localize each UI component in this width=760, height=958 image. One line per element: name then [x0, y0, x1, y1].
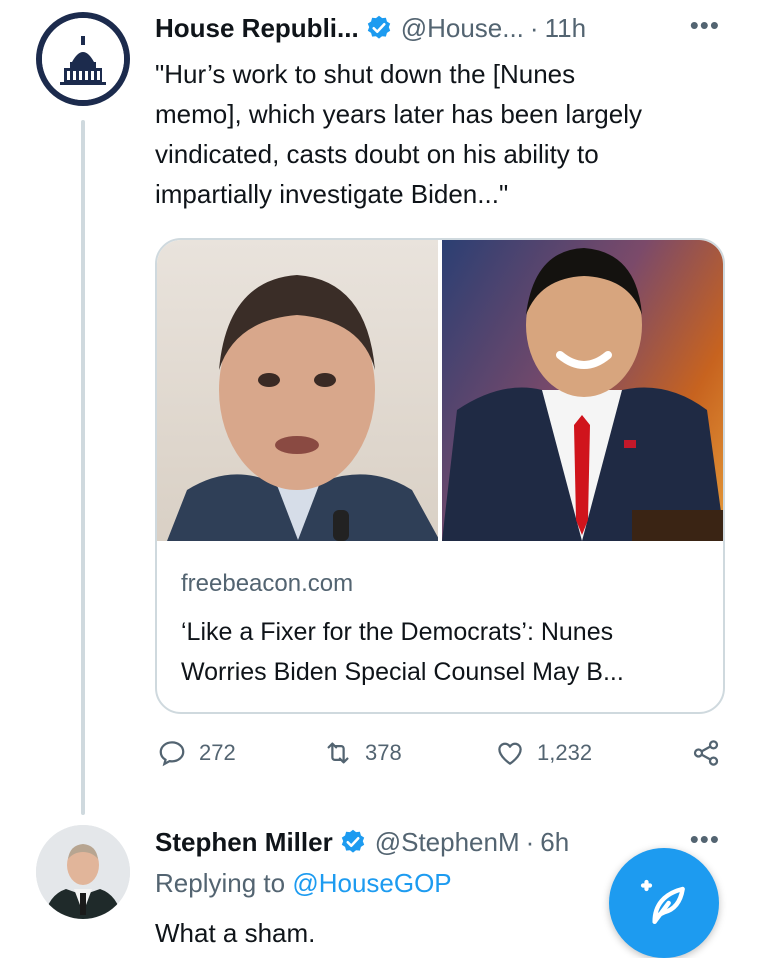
replying-to-label: Replying to [155, 868, 286, 898]
portrait-image-right [442, 248, 723, 541]
heart-icon [498, 742, 522, 765]
reply-icon [159, 741, 185, 767]
verified-badge-icon [367, 15, 390, 39]
retweet-count: 378 [365, 740, 402, 765]
user-handle[interactable]: @House... [401, 13, 524, 44]
tweet-text: "Hur’s work to shut down the [Nunes memo… [155, 54, 735, 214]
retweet-button[interactable]: 378 [323, 738, 402, 768]
tweet-timestamp[interactable]: 11h [545, 13, 586, 44]
tweet-timestamp[interactable]: 6h [540, 827, 569, 858]
tweet-header: House Republi... @House... · 11h [155, 10, 586, 46]
separator-dot: · [529, 12, 539, 43]
tweet-text-line: impartially investigate Biden..." [155, 179, 509, 209]
separator-dot: · [525, 826, 535, 857]
replying-to-mention[interactable]: @HouseGOP [292, 868, 451, 898]
compose-tweet-button[interactable] [609, 848, 719, 958]
card-title-line: ‘Like a Fixer for the Democrats’: Nunes [181, 618, 614, 646]
tweet-actions: 272 378 1,232 [155, 738, 735, 778]
stephen-miller-avatar[interactable] [36, 825, 130, 919]
thread-connector-line [81, 120, 85, 815]
card-domain: freebeacon.com [181, 570, 354, 597]
more-options-button[interactable]: ••• [690, 10, 720, 41]
like-count: 1,232 [537, 740, 593, 765]
tweet-text-line: vindicated, casts doubt on his ability t… [155, 139, 599, 169]
profile-photo [36, 825, 130, 919]
tweet-text-line: memo], which years later has been largel… [155, 99, 643, 129]
share-icon [693, 740, 719, 766]
card-image-right [442, 240, 723, 541]
more-options-button[interactable]: ••• [690, 824, 720, 855]
display-name[interactable]: Stephen Miller [155, 827, 333, 858]
display-name[interactable]: House Republi... [155, 13, 359, 44]
link-preview-card[interactable]: freebeacon.com ‘Like a Fixer for the Dem… [155, 238, 725, 714]
reply-button[interactable]: 272 [157, 738, 236, 768]
replying-to-line: Replying to @HouseGOP [155, 868, 452, 899]
verified-badge-icon [341, 829, 364, 853]
capitol-logo-icon [42, 18, 124, 100]
share-button[interactable] [691, 738, 733, 768]
tweet-header: Stephen Miller @StephenM · 6h [155, 824, 569, 860]
compose-tweet-icon [640, 879, 685, 924]
like-button[interactable]: 1,232 [495, 738, 592, 768]
portrait-image-left [167, 275, 438, 541]
reply-count: 272 [199, 740, 236, 765]
house-gop-avatar[interactable] [36, 12, 130, 106]
card-title-line: Worries Biden Special Counsel May B... [181, 658, 624, 686]
card-image-left [157, 240, 438, 541]
card-title: ‘Like a Fixer for the Democrats’: Nunes … [181, 612, 711, 692]
tweet-text-line: "Hur’s work to shut down the [Nunes [155, 59, 576, 89]
user-handle[interactable]: @StephenM [375, 827, 520, 858]
card-image-area [157, 240, 723, 541]
retweet-icon [327, 742, 349, 764]
